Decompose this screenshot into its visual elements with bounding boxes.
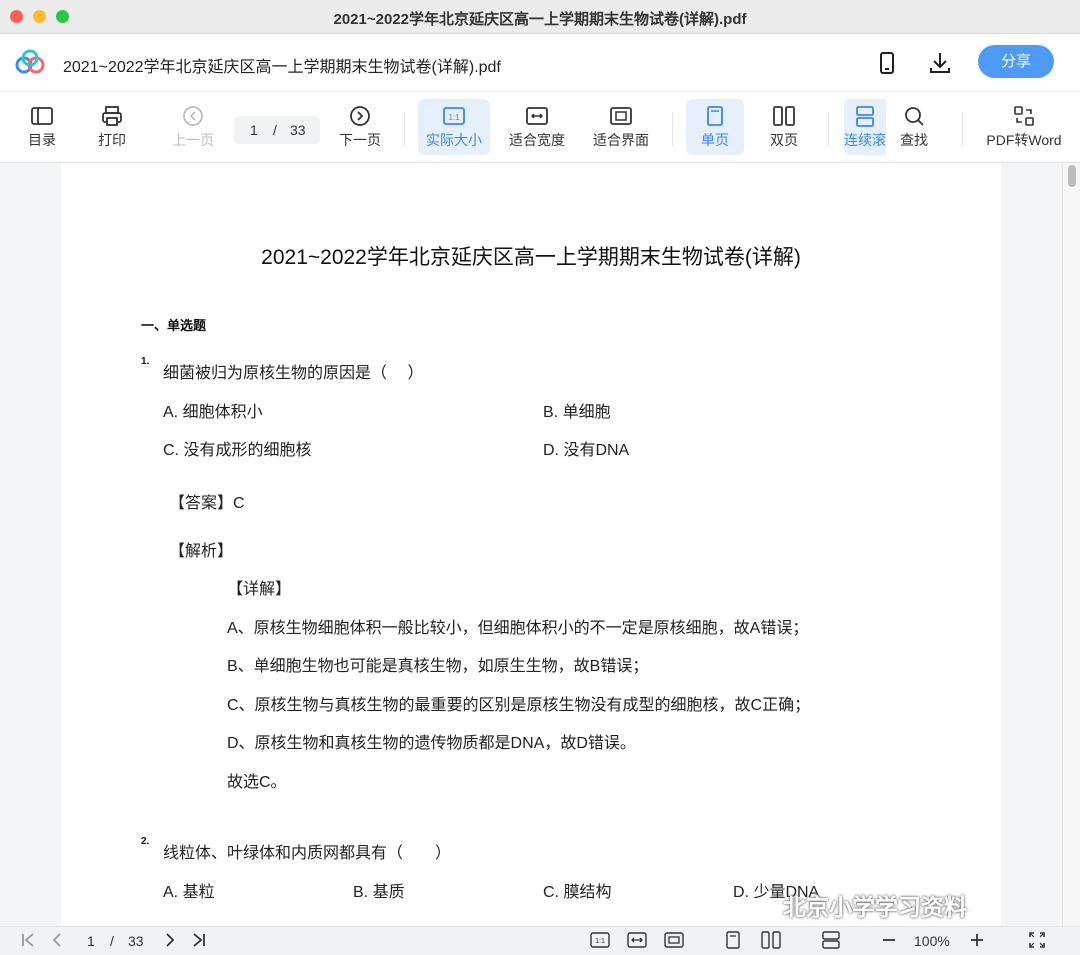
continuous-scroll-icon	[856, 106, 874, 127]
single-page-icon	[707, 106, 723, 126]
detail-heading: 【详解】	[227, 581, 292, 598]
first-page-icon[interactable]	[20, 931, 36, 949]
fit-page-icon	[610, 107, 632, 125]
prev-page-icon[interactable]	[50, 931, 64, 949]
actual-size-label: 实际大小	[426, 132, 482, 148]
next-page-icon[interactable]	[163, 931, 177, 949]
status-bar: 1 / 33 1:1 100%	[0, 926, 1080, 955]
zoom-in-icon[interactable]	[969, 931, 985, 949]
mobile-icon[interactable]	[874, 50, 900, 76]
page-total: 33	[290, 122, 306, 138]
fit-width-button[interactable]: 适合宽度	[502, 99, 572, 155]
prev-page-label: 上一页	[172, 132, 214, 148]
toolbar-divider	[404, 112, 405, 146]
fullscreen-icon[interactable]	[1028, 931, 1046, 949]
next-page-button[interactable]: 下一页	[332, 99, 388, 155]
detail-line: C、原核生物与真核生物的最重要的区别是原核生物没有成型的细胞核，故C正确；	[227, 697, 811, 714]
question-option: A. 基粒	[163, 884, 215, 901]
share-button[interactable]: 分享	[978, 45, 1054, 78]
page-separator: /	[273, 122, 277, 138]
question-text: 细菌被归为原核生物的原因是（ ）	[163, 365, 424, 382]
double-page-label: 双页	[770, 132, 798, 148]
app-logo-icon	[15, 49, 45, 74]
window-titlebar: 2021~2022学年北京延庆区高一上学期期末生物试卷(详解).pdf	[0, 0, 1080, 34]
app-header: 2021~2022学年北京延庆区高一上学期期末生物试卷(详解).pdf 分享	[0, 34, 1080, 92]
document-viewport[interactable]: 2021~2022学年北京延庆区高一上学期期末生物试卷(详解) 一、单选题 1.…	[0, 163, 1080, 926]
toolbar: 目录 打印 上一页 1 / 33 下一页 1:1 实际大小 适合宽度 适合界面 …	[0, 93, 1080, 163]
detail-line: A、原核生物细胞体积一般比较小，但细胞体积小的不一定是原核细胞，故A错误；	[227, 620, 809, 637]
question-text: 线粒体、叶绿体和内质网都具有（ ）	[163, 845, 452, 862]
fit-page-button[interactable]: 适合界面	[586, 99, 656, 155]
pdf-page: 2021~2022学年北京延庆区高一上学期期末生物试卷(详解) 一、单选题 1.…	[61, 163, 1001, 926]
vertical-scrollbar[interactable]	[1062, 163, 1080, 926]
watermark-text: 北京小学学习资料	[783, 894, 967, 920]
pdf-to-word-label: PDF转Word	[986, 132, 1062, 148]
zoom-out-icon[interactable]	[881, 931, 897, 949]
fit-page-label: 适合界面	[593, 132, 649, 148]
sidebar-icon	[31, 107, 53, 125]
window-title: 2021~2022学年北京延庆区高一上学期期末生物试卷(详解).pdf	[333, 11, 747, 28]
prev-page-button[interactable]: 上一页	[164, 99, 222, 155]
double-page-button[interactable]: 双页	[756, 99, 812, 155]
pdf-to-word-button[interactable]: PDF转Word	[982, 99, 1066, 155]
svg-text:1:1: 1:1	[595, 938, 605, 945]
find-button[interactable]: 查找	[888, 99, 940, 155]
double-page-icon	[773, 106, 795, 126]
section-title: 一、单选题	[141, 318, 207, 333]
actual-size-icon[interactable]: 1:1	[590, 931, 610, 949]
continuous-scroll-icon[interactable]	[821, 931, 841, 949]
fit-width-label: 适合宽度	[509, 132, 565, 148]
detail-line: B、单细胞生物也可能是真核生物，如原生生物，故B错误；	[227, 658, 649, 675]
actual-size-button[interactable]: 1:1 实际大小	[418, 99, 490, 155]
status-page-current: 1	[87, 933, 95, 949]
question-option: B. 单细胞	[543, 404, 611, 421]
page-current: 1	[250, 122, 258, 138]
single-page-button[interactable]: 单页	[686, 99, 744, 155]
detail-line: 故选C。	[227, 774, 287, 791]
chevron-left-circle-icon	[183, 106, 203, 126]
question-option: C. 没有成形的细胞核	[163, 442, 312, 459]
continuous-scroll-button[interactable]: 连续滚	[844, 99, 886, 155]
question-option: D. 没有DNA	[543, 442, 630, 459]
actual-size-icon: 1:1	[443, 107, 465, 125]
document-heading: 2021~2022学年北京延庆区高一上学期期末生物试卷(详解)	[261, 246, 801, 269]
printer-icon	[102, 106, 122, 126]
page-number-field[interactable]: 1 / 33	[234, 116, 320, 144]
convert-icon	[1014, 106, 1034, 126]
continuous-scroll-label: 连续滚	[844, 132, 886, 148]
find-label: 查找	[900, 132, 928, 148]
status-page-separator: /	[110, 933, 114, 949]
toc-button[interactable]: 目录	[16, 99, 68, 155]
status-page-total: 33	[128, 933, 144, 949]
toc-label: 目录	[28, 132, 56, 148]
fit-page-icon[interactable]	[664, 931, 684, 949]
answer-line: 【答案】C	[169, 495, 245, 512]
download-icon[interactable]	[927, 50, 953, 76]
question-option: A. 细胞体积小	[163, 404, 263, 421]
zoom-level: 100%	[914, 933, 950, 949]
chevron-right-circle-icon	[350, 106, 370, 126]
fit-width-icon	[526, 107, 548, 125]
document-title: 2021~2022学年北京延庆区高一上学期期末生物试卷(详解).pdf	[63, 59, 501, 76]
question-number: 2.	[141, 836, 150, 847]
double-page-icon[interactable]	[761, 931, 781, 949]
detail-line: D、原核生物和真核生物的遗传物质都是DNA，故D错误。	[227, 735, 636, 752]
single-page-label: 单页	[701, 132, 729, 148]
last-page-icon[interactable]	[191, 931, 207, 949]
question-option: B. 基质	[353, 884, 405, 901]
scrollbar-thumb[interactable]	[1068, 165, 1076, 187]
print-label: 打印	[98, 132, 126, 148]
fit-width-icon[interactable]	[627, 931, 647, 949]
search-icon	[905, 107, 924, 126]
print-button[interactable]: 打印	[86, 99, 138, 155]
toolbar-divider	[828, 112, 829, 146]
toolbar-divider	[962, 112, 963, 146]
single-page-icon[interactable]	[724, 931, 742, 949]
question-option: C. 膜结构	[543, 884, 612, 901]
toolbar-divider	[672, 112, 673, 146]
analysis-heading: 【解析】	[169, 543, 234, 560]
svg-text:1:1: 1:1	[448, 113, 460, 122]
question-number: 1.	[141, 356, 150, 367]
next-page-label: 下一页	[339, 132, 381, 148]
